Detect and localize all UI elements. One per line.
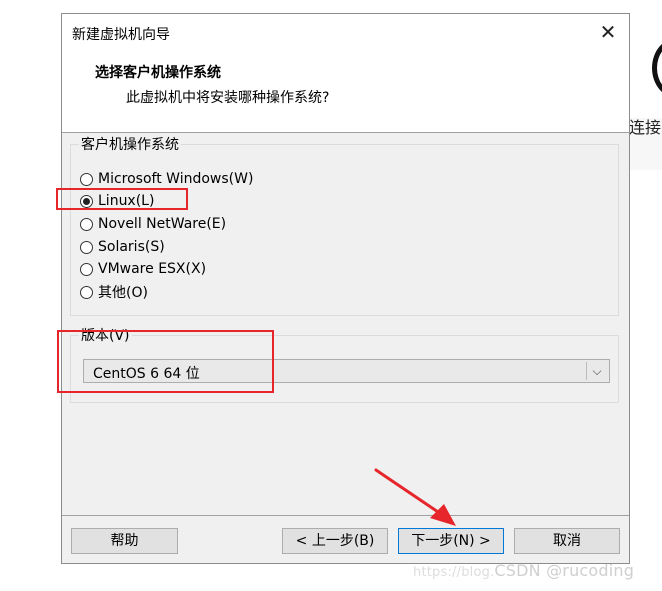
radio-label: Solaris(S): [98, 239, 165, 255]
annotation-arrow-shaft: [374, 468, 446, 518]
annotation-arrow-head: [430, 504, 456, 526]
screenshot-stage: 连接 新建虚拟机向导 ✕ 选择客户机操作系统 此虚拟机中将安装哪种操作系统? 客…: [0, 0, 662, 591]
wizard-step-subtitle: 此虚拟机中将安装哪种操作系统?: [126, 90, 330, 106]
watermark-url: https://blog.: [413, 565, 495, 580]
radio-other[interactable]: 其他(O): [80, 282, 148, 302]
chevron-down-icon[interactable]: ⌵: [589, 361, 605, 381]
radio-solaris[interactable]: Solaris(S): [80, 237, 165, 257]
select-divider: [586, 362, 587, 380]
radio-button-icon[interactable]: [80, 217, 93, 231]
annotation-arrow-icon: [374, 468, 456, 526]
watermark-author: CSDN @rucoding: [494, 561, 635, 580]
annotation-box-version: [57, 330, 274, 393]
footer-separator: [62, 515, 629, 516]
radio-label: 其他(O): [98, 285, 148, 301]
wizard-step-title: 选择客户机操作系统: [95, 65, 221, 81]
background-app-bottom: [630, 170, 662, 591]
annotation-box-linux: [56, 188, 188, 210]
radio-label: Microsoft Windows(W): [98, 171, 254, 187]
radio-label: Novell NetWare(E): [98, 216, 227, 232]
cancel-button[interactable]: 取消: [514, 528, 620, 554]
help-button[interactable]: 帮助: [71, 528, 178, 554]
background-app-text: 连接: [629, 118, 662, 137]
background-app: 连接: [629, 0, 662, 591]
radio-microsoft-windows[interactable]: Microsoft Windows(W): [80, 169, 253, 189]
new-vm-wizard-dialog: 新建虚拟机向导 ✕ 选择客户机操作系统 此虚拟机中将安装哪种操作系统? 客户机操…: [61, 13, 630, 564]
radio-button-icon[interactable]: [80, 262, 93, 276]
watermark: https://blog.CSDN @rucoding: [413, 561, 634, 580]
guest-os-group-label: 客户机操作系统: [79, 134, 181, 154]
dialog-titlebar[interactable]: 新建虚拟机向导 ✕: [62, 14, 629, 51]
radio-button-icon[interactable]: [80, 285, 93, 299]
radio-button-icon[interactable]: [80, 240, 93, 254]
radio-vmware-esx[interactable]: VMware ESX(X): [80, 259, 206, 279]
close-icon[interactable]: ✕: [593, 18, 623, 46]
radio-button-icon[interactable]: [80, 172, 93, 186]
radio-novell-netware[interactable]: Novell NetWare(E): [80, 214, 226, 234]
dialog-title: 新建虚拟机向导: [72, 27, 170, 43]
wizard-header: 选择客户机操作系统 此虚拟机中将安装哪种操作系统?: [62, 51, 629, 133]
radio-label: VMware ESX(X): [98, 261, 207, 277]
guest-os-group: 客户机操作系统 Microsoft Windows(W) Linux(L) No…: [70, 134, 619, 316]
